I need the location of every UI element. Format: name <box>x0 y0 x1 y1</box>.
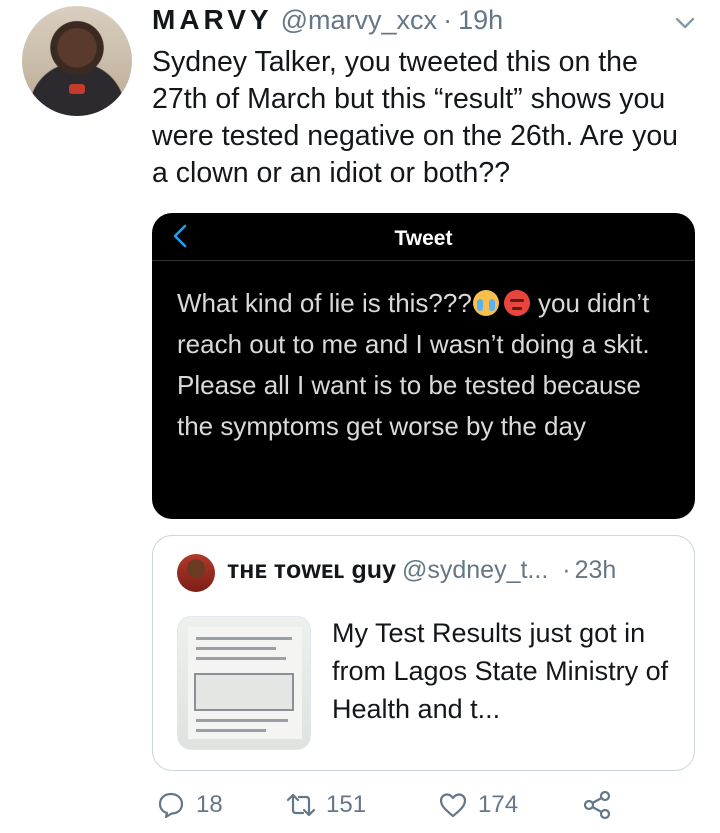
document-line <box>196 637 292 640</box>
screenshot-header-title: Tweet <box>394 227 453 250</box>
like-count: 174 <box>478 791 519 818</box>
quoted-author-display-name: ᴛʜᴇ ᴛᴏᴡᴇʟ guy <box>227 556 396 584</box>
author-display-name[interactable]: MARVY <box>152 4 273 36</box>
chevron-down-icon[interactable] <box>674 14 696 32</box>
retweet-count: 151 <box>326 791 367 818</box>
document-line <box>196 719 288 722</box>
document-line <box>196 729 266 732</box>
document-line <box>196 647 276 650</box>
quoted-author-avatar <box>177 554 215 592</box>
quoted-author-handle: @sydney_t... <box>401 556 549 584</box>
avatar-shirt-detail <box>69 84 85 94</box>
document-result-box <box>194 673 294 711</box>
quoted-tweet-header: ᴛʜᴇ ᴛᴏᴡᴇʟ guy @sydney_t... · 23h <box>227 556 616 585</box>
reply-button[interactable]: 18 <box>156 790 223 820</box>
comment-icon <box>158 792 184 819</box>
tweet-text: Sydney Talker, you tweeted this on the 2… <box>152 46 679 189</box>
tweet-header: MARVY @marvy_xcx · 19h <box>152 4 503 38</box>
share-icon <box>583 790 611 820</box>
author-avatar[interactable] <box>22 6 132 116</box>
quoted-tweet-image-thumbnail <box>177 616 311 750</box>
document-line <box>196 657 286 660</box>
angry-face-emoji <box>503 290 530 316</box>
quoted-tweet-text: My Test Results just got in from Lagos S… <box>332 618 669 724</box>
retweet-button[interactable]: 151 <box>286 790 366 820</box>
retweet-icon <box>286 793 316 817</box>
quoted-header-separator: · <box>562 556 571 584</box>
quoted-tweet-card[interactable]: ᴛʜᴇ ᴛᴏᴡᴇʟ guy @sydney_t... · 23h My Test… <box>152 535 695 771</box>
tweet-media-screenshot[interactable]: Tweet What kind of lie is this??? you di… <box>152 213 695 519</box>
screenshot-header-divider <box>152 260 695 261</box>
author-handle[interactable]: @marvy_xcx <box>281 5 437 36</box>
quoted-tweet-timestamp: 23h <box>574 556 617 584</box>
screenshot-tweet-text: What kind of lie is this??? you didn’t r… <box>177 283 677 447</box>
screenshot-text-part1: What kind of lie is this??? <box>177 288 472 318</box>
header-separator: · <box>443 5 453 35</box>
share-button[interactable] <box>582 790 612 820</box>
tweet-action-bar: 18 151 174 <box>156 790 656 830</box>
tweet-timestamp[interactable]: 19h <box>458 5 503 36</box>
heart-icon <box>439 793 467 818</box>
like-button[interactable]: 174 <box>438 790 518 820</box>
reply-count: 18 <box>196 791 223 818</box>
loudly-crying-face-emoji <box>472 290 499 316</box>
